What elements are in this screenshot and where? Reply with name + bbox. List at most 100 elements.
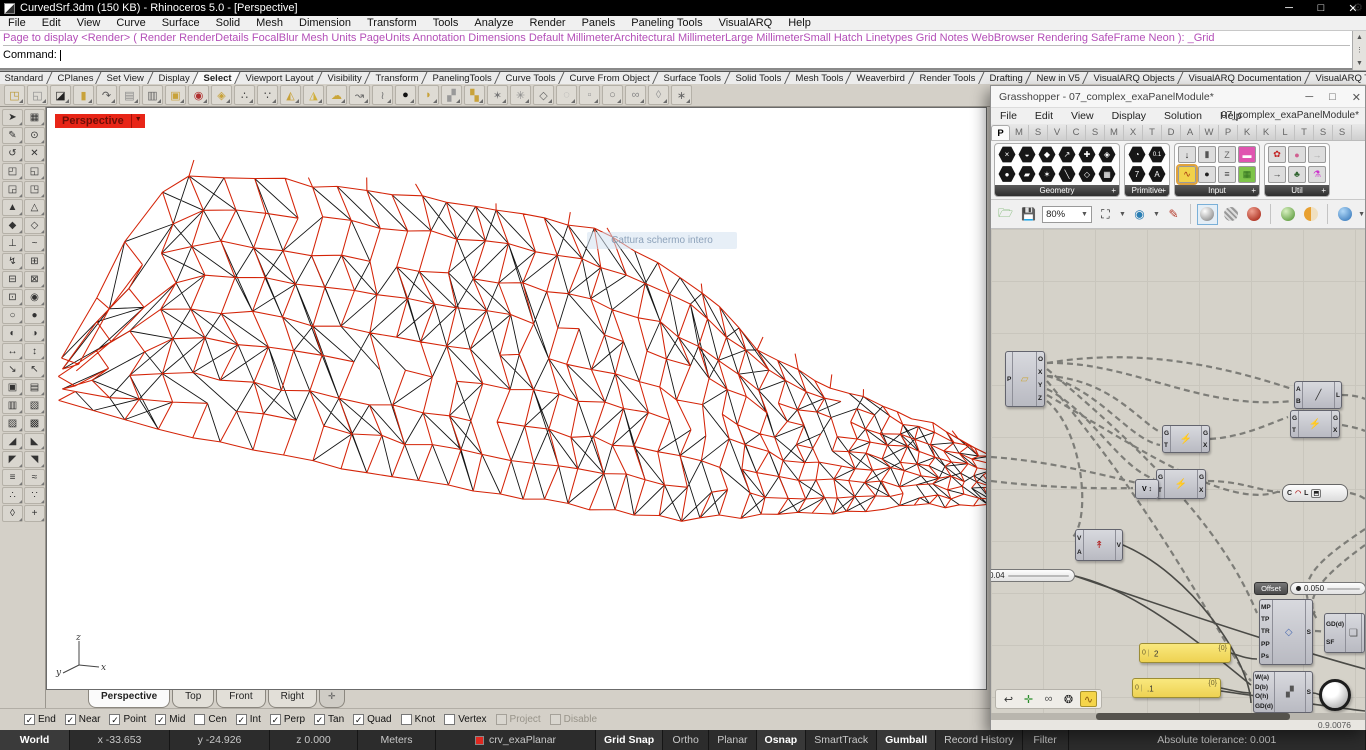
top-toolbar-icon-20[interactable]: ▚ [464, 85, 485, 105]
top-toolbar-icon-21[interactable]: ✶ [487, 85, 508, 105]
gh-panel-b[interactable]: {0}0.1 [1132, 678, 1221, 698]
chevron-down-icon[interactable]: ▼ [1153, 211, 1160, 218]
port-S[interactable]: S [1307, 689, 1311, 696]
preview-wireframe-icon[interactable] [1198, 205, 1217, 224]
left-toolbar-icon-37[interactable]: ◣ [24, 433, 45, 450]
osnap-quad[interactable]: ✓Quad [353, 714, 391, 725]
port-G[interactable]: G [1203, 430, 1208, 437]
port-G[interactable]: G [1333, 415, 1338, 422]
top-toolbar-icon-16[interactable]: ≀ [372, 85, 393, 105]
curve-button-icon[interactable]: ⬒ [1311, 489, 1321, 498]
menu-item-render[interactable]: Render [522, 17, 574, 29]
menu-item-mesh[interactable]: Mesh [248, 17, 291, 29]
gh-geometry-icon-3[interactable]: ▰ [1018, 166, 1036, 183]
left-toolbar-icon-5[interactable]: ✕ [24, 145, 45, 162]
toggle-record-history[interactable]: Record History [936, 730, 1022, 750]
checkbox-point[interactable]: ✓ [109, 714, 120, 725]
toggle-filter[interactable]: Filter [1023, 730, 1069, 750]
gh-category-tab-1-M[interactable]: M [1010, 125, 1029, 140]
left-toolbar-icon-36[interactable]: ◢ [2, 433, 23, 450]
gh-component-panel3d[interactable]: MPTPTRPPPs◇S [1259, 599, 1313, 665]
toolbar-tab-curve-from-object[interactable]: Curve From Object [558, 71, 662, 84]
top-toolbar-icon-13[interactable]: ◮ [303, 85, 324, 105]
gh-menu-display[interactable]: Display [1103, 110, 1155, 122]
gh-primitive-icon-2[interactable]: 0.1 [1148, 146, 1166, 163]
port-O(h)[interactable]: O(h) [1255, 693, 1273, 700]
top-toolbar-icon-23[interactable]: ◇ [533, 85, 554, 105]
gh-geometry-icon-6[interactable]: ↗ [1058, 146, 1076, 163]
left-toolbar-icon-4[interactable]: ↺ [2, 145, 23, 162]
top-toolbar-icon-12[interactable]: ◭ [280, 85, 301, 105]
checkbox-knot[interactable] [401, 714, 412, 725]
viewport-tab-right[interactable]: Right [268, 690, 317, 708]
left-toolbar-icon-24[interactable]: ◐ [2, 325, 23, 342]
left-toolbar-icon-33[interactable]: ▧ [24, 397, 45, 414]
port-G[interactable]: G [1164, 430, 1169, 437]
osnap-point[interactable]: ✓Point [109, 714, 146, 725]
left-toolbar-icon-15[interactable]: ~ [24, 235, 45, 252]
left-toolbar-icon-35[interactable]: ▩ [24, 415, 45, 432]
gh-minimize-button[interactable]: ─ [1305, 91, 1313, 103]
gh-slider-004[interactable]: 0.04 [991, 569, 1075, 582]
scroll-up-icon[interactable]: ▲ [1353, 31, 1366, 44]
viewport-tab-front[interactable]: Front [216, 690, 265, 708]
selected-preview-icon[interactable] [1278, 205, 1297, 224]
canvas-hscrollbar[interactable] [991, 713, 1365, 720]
gh-category-tab-9-D[interactable]: D [1162, 125, 1181, 140]
left-toolbar-icon-27[interactable]: ↕ [24, 343, 45, 360]
grasshopper-canvas[interactable]: ↩ ✛ ∞ ❂ ∿ P▱OXYZAB╱LGT⚡GXGT⚡GXGT⚡GXVA↟VM… [991, 229, 1365, 713]
tree-icon[interactable]: ♣ [1288, 166, 1306, 183]
grasshopper-window[interactable]: Grasshopper - 07_complex_exaPanelModule*… [990, 85, 1366, 730]
checkbox-int[interactable]: ✓ [236, 714, 247, 725]
toolbar-tab-render-tools[interactable]: Render Tools [908, 71, 988, 84]
gh-component-line[interactable]: AB╱L [1294, 381, 1342, 409]
jump-icon[interactable]: ● [1288, 146, 1306, 163]
top-toolbar-icon-6[interactable]: ▥ [142, 85, 163, 105]
gh-category-tab-3-V[interactable]: V [1048, 125, 1067, 140]
toolbar-tab-solid-tools[interactable]: Solid Tools [724, 71, 794, 84]
gh-close-button[interactable]: ✕ [1352, 91, 1361, 104]
widget-hook-icon[interactable]: ↩ [1000, 691, 1017, 707]
left-toolbar-icon-28[interactable]: ↘ [2, 361, 23, 378]
port-O[interactable]: O [1038, 356, 1043, 363]
menu-item-help[interactable]: Help [780, 17, 819, 29]
gh-category-tab-10-A[interactable]: A [1181, 125, 1200, 140]
gh-category-tab-2-S[interactable]: S [1029, 125, 1048, 140]
current-layer[interactable]: crv_exaPlanar [436, 730, 596, 750]
port-SF[interactable]: SF [1326, 639, 1344, 646]
gh-category-tab-4-C[interactable]: C [1067, 125, 1086, 140]
port-GD(d)[interactable]: GD(d) [1326, 621, 1344, 628]
gh-category-tab-16-T[interactable]: T [1295, 125, 1314, 140]
menu-item-tools[interactable]: Tools [425, 17, 467, 29]
osnap-project[interactable]: Project [496, 714, 541, 725]
top-toolbar-icon-9[interactable]: ◈ [211, 85, 232, 105]
command-area[interactable]: Page to display <Render> ( Render Render… [0, 31, 1366, 70]
gh-geometry-icon-2[interactable]: ◒ [1018, 146, 1036, 163]
left-toolbar-icon-17[interactable]: ⊞ [24, 253, 45, 270]
port-S[interactable]: S [1307, 629, 1311, 636]
slider-track[interactable] [1327, 588, 1360, 590]
toggle-gumball[interactable]: Gumball [877, 730, 936, 750]
gh-geometry-icon-9[interactable]: ◇ [1078, 166, 1096, 183]
gh-category-tab-12-P[interactable]: P [1219, 125, 1238, 140]
knob-icon[interactable]: ● [1198, 166, 1216, 183]
slider-knob[interactable] [1296, 586, 1301, 591]
mdslider-icon[interactable]: Z [1218, 146, 1236, 163]
osnap-near[interactable]: ✓Near [65, 714, 101, 725]
gh-category-tab-18-S[interactable]: S [1333, 125, 1352, 140]
left-toolbar-icon-34[interactable]: ▨ [2, 415, 23, 432]
viewport-tab-top[interactable]: Top [172, 690, 214, 708]
top-toolbar-icon-14[interactable]: ☁ [326, 85, 347, 105]
gh-menu-file[interactable]: File [991, 110, 1026, 122]
port-Y[interactable]: Y [1038, 382, 1043, 389]
gh-component-curve[interactable]: C◠L⬒ [1282, 484, 1348, 502]
port-TR[interactable]: TR [1261, 628, 1271, 635]
preview-custom-icon[interactable] [1244, 205, 1263, 224]
top-toolbar-icon-7[interactable]: ▣ [165, 85, 186, 105]
gh-component-weave[interactable]: W(a)D(b)O(h)GD(d)▞S [1253, 671, 1313, 713]
left-toolbar-icon-20[interactable]: ⊡ [2, 289, 23, 306]
gh-geometry-icon-5[interactable]: ✶ [1038, 166, 1056, 183]
port-V[interactable]: V [1077, 535, 1082, 542]
menu-item-transform[interactable]: Transform [359, 17, 425, 29]
grasshopper-titlebar[interactable]: Grasshopper - 07_complex_exaPanelModule*… [991, 86, 1365, 108]
